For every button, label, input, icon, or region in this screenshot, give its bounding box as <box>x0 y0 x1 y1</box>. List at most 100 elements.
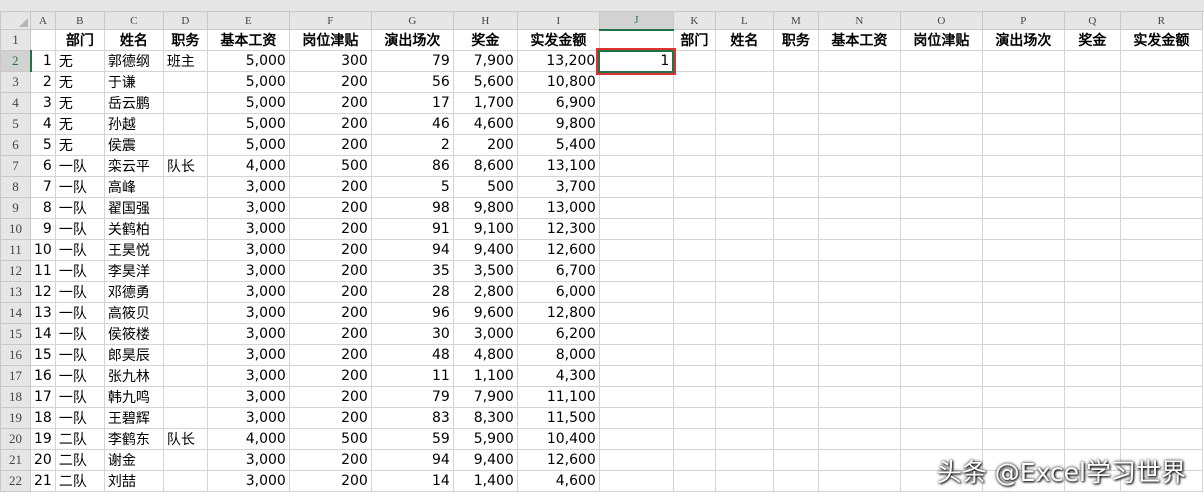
cell[interactable] <box>817 176 901 198</box>
cell[interactable]: 3 <box>30 92 56 114</box>
cell[interactable]: 2,800 <box>452 281 518 303</box>
cell[interactable] <box>1063 323 1121 345</box>
row-header[interactable]: 22 <box>0 470 31 492</box>
column-header-C[interactable]: C <box>103 11 164 30</box>
cell[interactable] <box>1119 176 1203 198</box>
cell[interactable] <box>899 92 983 114</box>
cell[interactable]: 500 <box>288 428 372 450</box>
column-header-H[interactable]: H <box>452 11 518 30</box>
cell[interactable]: 翟国强 <box>103 197 164 219</box>
cell[interactable]: 7,900 <box>452 386 518 408</box>
cell[interactable] <box>772 428 819 450</box>
cell[interactable]: 35 <box>370 260 454 282</box>
cell[interactable]: 一队 <box>54 365 105 387</box>
cell[interactable]: 4,600 <box>516 470 600 492</box>
cell[interactable]: 200 <box>288 470 372 492</box>
cell[interactable]: 班主 <box>162 50 208 72</box>
cell[interactable] <box>598 218 674 240</box>
cell[interactable] <box>772 323 819 345</box>
cell[interactable]: 5,000 <box>206 71 290 93</box>
cell[interactable]: 11,100 <box>516 386 600 408</box>
cell[interactable]: 6,200 <box>516 323 600 345</box>
column-header-J[interactable]: J <box>598 11 674 31</box>
cell[interactable] <box>817 134 901 156</box>
cell[interactable]: 9,400 <box>452 239 518 261</box>
cell[interactable]: 13,200 <box>516 50 600 72</box>
cell[interactable]: 3,000 <box>206 407 290 429</box>
cell[interactable]: 200 <box>288 218 372 240</box>
cell[interactable] <box>162 323 208 345</box>
row-header[interactable]: 19 <box>0 407 31 429</box>
header-cell[interactable] <box>30 29 56 51</box>
cell[interactable] <box>1063 155 1121 177</box>
cell[interactable] <box>162 449 208 471</box>
cell[interactable]: 3,000 <box>206 281 290 303</box>
cell[interactable]: 20 <box>30 449 56 471</box>
cell[interactable] <box>899 386 983 408</box>
cell[interactable]: 500 <box>288 155 372 177</box>
select-all-corner[interactable] <box>0 11 31 30</box>
cell[interactable]: 79 <box>370 50 454 72</box>
cell[interactable]: 孙越 <box>103 113 164 135</box>
cell[interactable] <box>714 428 774 450</box>
cell[interactable]: 17 <box>370 92 454 114</box>
cell[interactable]: 48 <box>370 344 454 366</box>
cell[interactable] <box>981 428 1065 450</box>
column-header-P[interactable]: P <box>981 11 1065 30</box>
cell[interactable] <box>598 365 674 387</box>
cell[interactable] <box>714 449 774 471</box>
cell[interactable]: 9,400 <box>452 449 518 471</box>
cell[interactable]: 200 <box>288 239 372 261</box>
cell[interactable]: 200 <box>288 176 372 198</box>
row-header[interactable]: 6 <box>0 134 31 156</box>
column-header-B[interactable]: B <box>54 11 105 30</box>
cell[interactable]: 一队 <box>54 344 105 366</box>
cell[interactable] <box>672 71 716 93</box>
cell[interactable] <box>899 176 983 198</box>
cell[interactable] <box>162 344 208 366</box>
cell[interactable] <box>772 134 819 156</box>
column-header-E[interactable]: E <box>206 11 290 30</box>
cell[interactable] <box>598 407 674 429</box>
cell[interactable] <box>672 176 716 198</box>
cell[interactable] <box>162 470 208 492</box>
cell[interactable] <box>672 218 716 240</box>
cell[interactable] <box>817 449 901 471</box>
cell[interactable] <box>598 449 674 471</box>
cell[interactable] <box>162 176 208 198</box>
cell[interactable] <box>162 113 208 135</box>
cell[interactable]: 19 <box>30 428 56 450</box>
cell[interactable] <box>672 197 716 219</box>
cell[interactable]: 12,300 <box>516 218 600 240</box>
cell[interactable] <box>817 281 901 303</box>
cell[interactable] <box>1063 197 1121 219</box>
cell[interactable]: 5,400 <box>516 134 600 156</box>
cell[interactable] <box>899 197 983 219</box>
cell[interactable] <box>1119 71 1203 93</box>
cell[interactable]: 8 <box>30 197 56 219</box>
cell[interactable]: 200 <box>288 302 372 324</box>
cell[interactable] <box>598 71 674 93</box>
cell[interactable] <box>1119 386 1203 408</box>
cell[interactable]: 关鹤柏 <box>103 218 164 240</box>
cell[interactable] <box>162 239 208 261</box>
cell[interactable]: 5,600 <box>452 71 518 93</box>
column-header-G[interactable]: G <box>370 11 454 30</box>
cell[interactable] <box>1119 92 1203 114</box>
cell[interactable]: 10,800 <box>516 71 600 93</box>
cell[interactable]: 一队 <box>54 407 105 429</box>
cell[interactable]: 3,000 <box>206 302 290 324</box>
cell[interactable]: 13 <box>30 302 56 324</box>
header-cell[interactable]: 姓名 <box>103 29 164 51</box>
cell[interactable] <box>772 50 819 72</box>
cell[interactable] <box>899 218 983 240</box>
row-header[interactable]: 7 <box>0 155 31 177</box>
header-cell[interactable]: 岗位津贴 <box>899 29 983 51</box>
cell[interactable]: 6 <box>30 155 56 177</box>
cell[interactable] <box>772 71 819 93</box>
cell[interactable]: 侯筱楼 <box>103 323 164 345</box>
cell[interactable]: 4,300 <box>516 365 600 387</box>
cell[interactable]: 3,000 <box>206 239 290 261</box>
row-header[interactable]: 3 <box>0 71 31 93</box>
header-cell[interactable]: 实发金额 <box>1119 29 1203 51</box>
